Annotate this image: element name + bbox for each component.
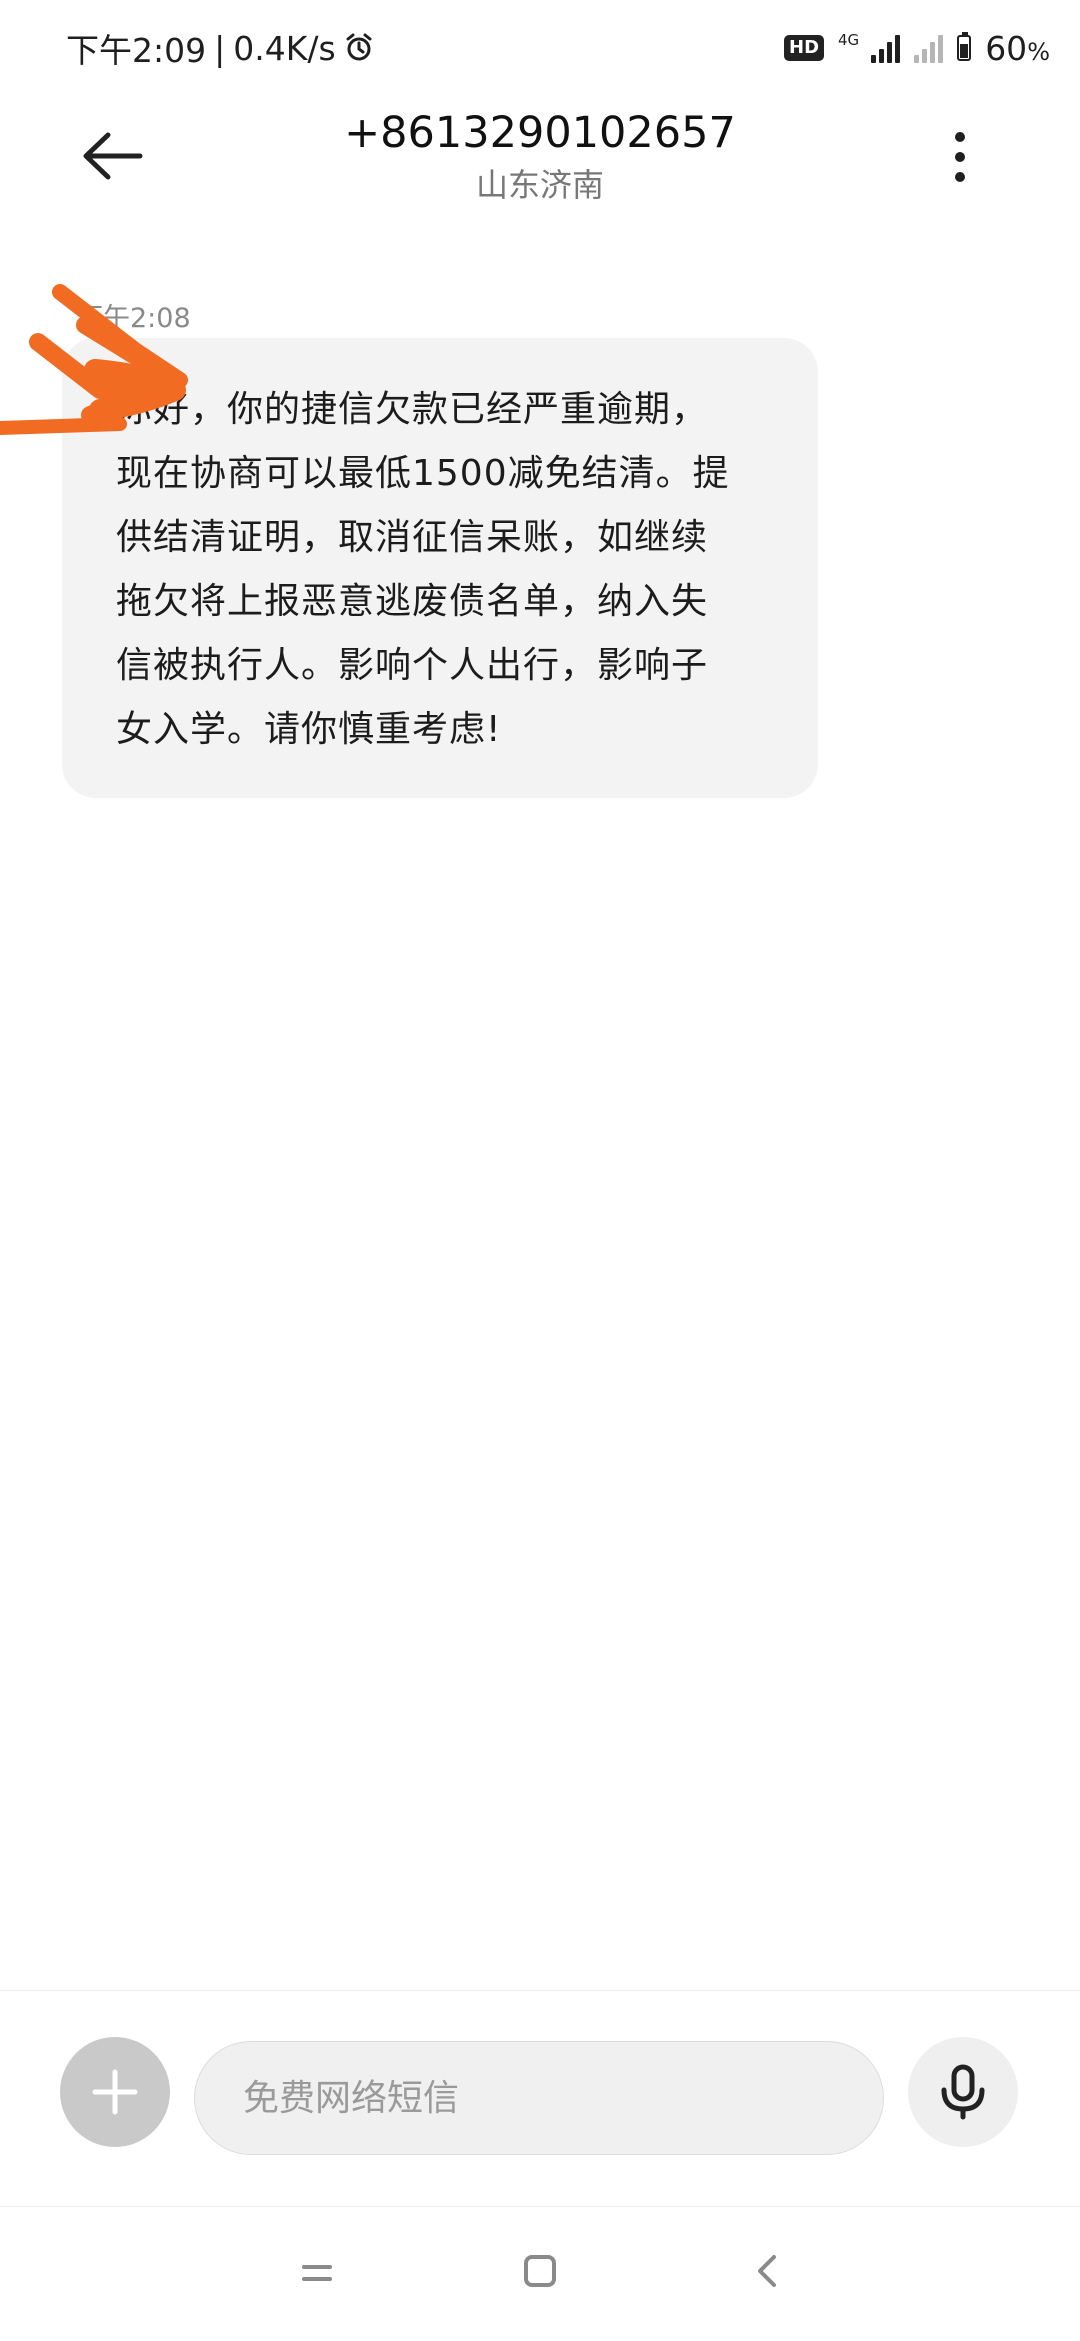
status-left: 下午2:09 | 0.4K/s: [66, 24, 374, 72]
plus-icon: [92, 2069, 138, 2115]
network-speed: 0.4K/s: [233, 28, 336, 68]
status-right: HD 4G 60%: [784, 29, 1050, 68]
message-input[interactable]: [194, 2041, 884, 2155]
hd-badge: HD: [784, 35, 825, 61]
message-text: 你好，你的捷信欠款已经严重逾期， 现在协商可以最低1500减免结清。提 供结清证…: [116, 389, 730, 750]
battery-level: 60%: [985, 29, 1050, 68]
status-time: 下午2:09: [66, 31, 207, 70]
battery-percent: 60: [985, 28, 1028, 68]
signal-icon: [871, 33, 901, 63]
status-divider: |: [214, 28, 226, 68]
no-signal-icon: [914, 33, 944, 63]
composer-bar: [0, 1990, 1080, 2207]
battery-percent-sign: %: [1027, 37, 1050, 66]
message-timestamp: 下午2:08: [76, 303, 191, 334]
more-vertical-icon-dot: [955, 152, 965, 162]
conversation-header: +8613290102657 山东济南: [0, 96, 1080, 216]
contact-location: 山东济南: [475, 166, 604, 204]
contact-number: +8613290102657: [344, 108, 736, 158]
more-vertical-icon-dot: [955, 172, 965, 182]
voice-input-button[interactable]: [908, 2037, 1018, 2147]
battery-icon: [957, 32, 972, 61]
menu-icon[interactable]: [300, 2253, 334, 2293]
back-icon[interactable]: [752, 2251, 782, 2291]
microphone-icon: [941, 2064, 985, 2120]
more-vertical-icon: [955, 132, 965, 142]
network-type-label: 4G: [838, 30, 860, 49]
status-bar: 下午2:09 | 0.4K/s HD 4G 60%: [0, 0, 1080, 96]
more-options-button[interactable]: [940, 122, 980, 192]
system-nav-bar: [0, 2206, 1080, 2341]
add-attachment-button[interactable]: [60, 2037, 170, 2147]
message-bubble[interactable]: 你好，你的捷信欠款已经严重逾期， 现在协商可以最低1500减免结清。提 供结清证…: [62, 338, 818, 798]
alarm-icon: [346, 33, 372, 61]
home-icon[interactable]: [522, 2253, 558, 2289]
